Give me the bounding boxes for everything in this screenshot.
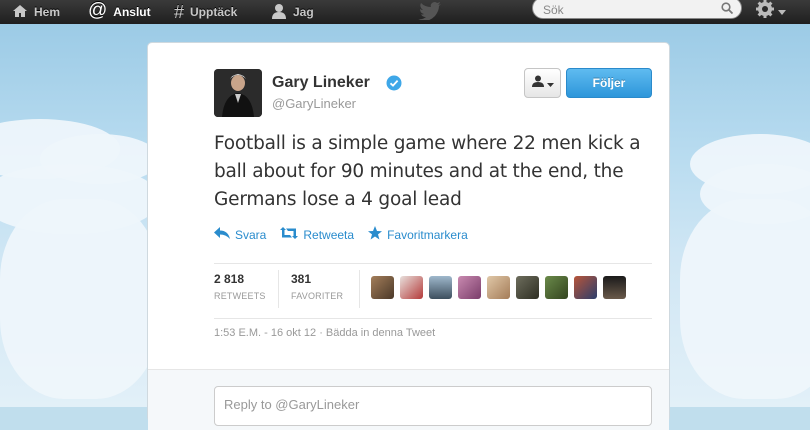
cloud bbox=[680, 199, 810, 399]
embed-tweet-link[interactable]: Bädda in denna Tweet bbox=[326, 327, 435, 339]
reply-label: Svara bbox=[235, 227, 267, 242]
user-actions-dropdown[interactable] bbox=[524, 68, 561, 98]
nav-discover-label: Upptäck bbox=[190, 5, 238, 19]
screen-name[interactable]: @GaryLineker bbox=[272, 96, 356, 111]
nav-home-label: Hem bbox=[34, 5, 61, 19]
retweet-icon bbox=[280, 227, 299, 242]
meta-separator: · bbox=[319, 327, 323, 339]
following-button[interactable]: Följer bbox=[566, 68, 652, 98]
cloud bbox=[0, 199, 160, 399]
bird-logo-icon[interactable] bbox=[418, 2, 442, 21]
nav-home[interactable]: Hem bbox=[12, 0, 60, 24]
favoriter-avatar[interactable] bbox=[487, 276, 510, 299]
favoriter-avatar[interactable] bbox=[545, 276, 568, 299]
divider bbox=[278, 270, 279, 308]
favorites-count: 381 bbox=[291, 272, 312, 286]
settings-menu[interactable] bbox=[755, 0, 786, 22]
search-input[interactable] bbox=[543, 3, 703, 17]
divider bbox=[359, 270, 360, 308]
tweet-actions: Svara Retweeta Favoritmarkera bbox=[214, 226, 468, 243]
reply-input[interactable] bbox=[224, 397, 624, 412]
favorites-label: FAVORITER bbox=[291, 291, 344, 301]
search-field[interactable] bbox=[532, 0, 742, 19]
chevron-down-icon bbox=[546, 74, 554, 92]
hash-icon: # bbox=[174, 1, 185, 22]
favoriter-avatar[interactable] bbox=[574, 276, 597, 299]
retweets-count: 2 818 bbox=[214, 272, 245, 286]
tweet-timestamp[interactable]: 1:53 E.M. - 16 okt 12 bbox=[214, 327, 316, 339]
retweet-label: Retweeta bbox=[303, 227, 355, 242]
favoriter-avatar[interactable] bbox=[603, 276, 626, 299]
chevron-down-icon bbox=[778, 2, 786, 20]
tweet-metadata: 1:53 E.M. - 16 okt 12 · Bädda in denna T… bbox=[214, 327, 435, 339]
nav-connect-label: Anslut bbox=[113, 5, 151, 19]
favoriter-avatars bbox=[371, 276, 626, 299]
avatar[interactable] bbox=[214, 69, 262, 117]
gear-icon bbox=[755, 0, 775, 24]
person-icon bbox=[531, 74, 544, 92]
favorite-action[interactable]: Favoritmarkera bbox=[368, 226, 468, 243]
reply-action[interactable]: Svara bbox=[214, 226, 266, 243]
favorite-label: Favoritmarkera bbox=[387, 227, 468, 242]
reply-area bbox=[148, 369, 669, 430]
favoriter-avatar[interactable] bbox=[371, 276, 394, 299]
tweet-card: Gary Lineker @GaryLineker Följer Footbal… bbox=[147, 42, 670, 430]
search-icon[interactable] bbox=[721, 1, 734, 19]
reply-box[interactable] bbox=[214, 386, 652, 426]
top-navigation-bar: Hem @ Anslut # Upptäck Jag bbox=[0, 0, 810, 25]
retweet-action[interactable]: Retweeta bbox=[280, 226, 354, 243]
at-icon: @ bbox=[88, 0, 108, 21]
favoriter-avatar[interactable] bbox=[400, 276, 423, 299]
reply-arrow-icon bbox=[214, 227, 230, 242]
home-icon bbox=[12, 4, 28, 21]
favoriter-avatar[interactable] bbox=[458, 276, 481, 299]
retweets-stat[interactable]: 2 818 RETWEETS bbox=[214, 272, 266, 301]
favorites-stat[interactable]: 381 FAVORITER bbox=[291, 272, 343, 301]
nav-me-label: Jag bbox=[293, 5, 314, 19]
tweet-stats: 2 818 RETWEETS 381 FAVORITER bbox=[214, 263, 652, 319]
nav-connect[interactable]: @ Anslut bbox=[88, 0, 151, 24]
tweet-text: Football is a simple game where 22 men k… bbox=[214, 133, 641, 210]
nav-me[interactable]: Jag bbox=[271, 0, 314, 24]
star-icon bbox=[368, 226, 383, 243]
favoriter-avatar[interactable] bbox=[516, 276, 539, 299]
favoriter-avatar[interactable] bbox=[429, 276, 452, 299]
author-name[interactable]: Gary Lineker bbox=[272, 74, 370, 92]
nav-discover[interactable]: # Upptäck bbox=[174, 0, 237, 24]
verified-badge-icon bbox=[386, 75, 402, 91]
person-icon bbox=[271, 3, 287, 22]
retweets-label: RETWEETS bbox=[214, 291, 266, 301]
